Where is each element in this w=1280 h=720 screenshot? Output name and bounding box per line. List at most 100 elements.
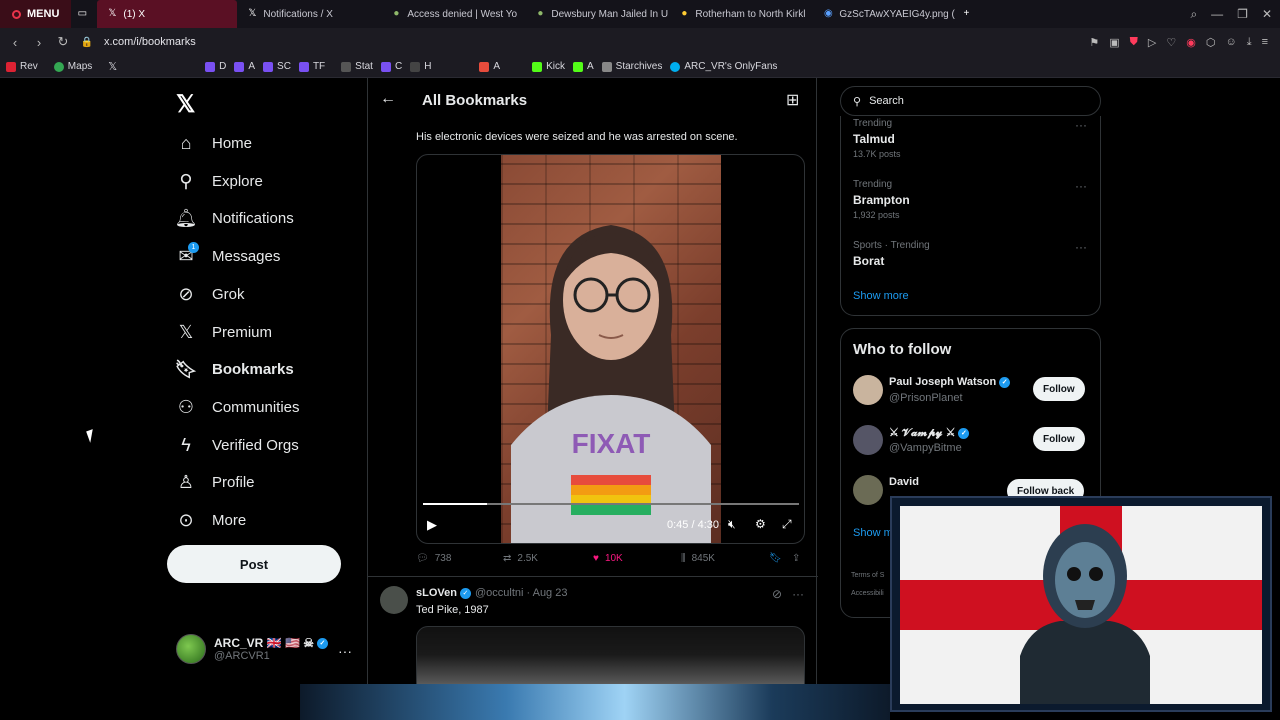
nav-item-explore[interactable]: ⚲ Explore: [176, 171, 262, 191]
like-button[interactable]: ♥ 10K: [593, 553, 623, 564]
bookmark-button[interactable]: 🔖︎: [769, 553, 782, 564]
tab-workspace-icon[interactable]: ▭: [71, 0, 97, 28]
bookmark-a2[interactable]: A: [479, 61, 500, 72]
bookmark-h[interactable]: H: [410, 61, 431, 72]
account-switcher[interactable]: ARC_VR 🇬🇧 🇺🇸 ☠ ✓ @ARCVR1: [176, 634, 328, 664]
tab-x[interactable]: 𝕏 (1) X: [97, 0, 238, 28]
tab-dewsbury[interactable]: ● Dewsbury Man Jailed In U: [525, 0, 669, 28]
player-icon[interactable]: ▷: [1148, 36, 1156, 49]
close-icon[interactable]: ✕: [1262, 7, 1272, 21]
nav-item-home[interactable]: ⌂ Home: [176, 133, 252, 153]
search-tabs-icon[interactable]: ⌕: [1190, 7, 1197, 22]
nav-item-profile[interactable]: ♙ Profile: [176, 472, 255, 492]
nav-item-more[interactable]: ⊙ More: [176, 510, 246, 530]
bookmark-onlyfans[interactable]: ARC_VR's OnlyFans: [670, 61, 777, 72]
adblock-shield-icon[interactable]: ⛊: [1130, 36, 1138, 49]
tab-rotherham[interactable]: ● Rotherham to North Kirkl: [669, 0, 813, 28]
follow-button[interactable]: Follow: [1033, 377, 1085, 401]
bookmark-maps[interactable]: Maps: [53, 61, 92, 72]
trends-show-more-link[interactable]: Show more: [853, 290, 909, 302]
nav-item-communities[interactable]: ⚇ Communities: [176, 397, 300, 417]
bookmark-a3[interactable]: A: [573, 61, 594, 72]
views-button[interactable]: ⫼ 845K: [681, 553, 715, 564]
bookmark-sc[interactable]: SC: [263, 61, 291, 72]
repost-button[interactable]: ⇄ 2.5K: [503, 553, 538, 564]
tab-image[interactable]: ◉ GzScTAwXYAEIG4y.png (: [813, 0, 957, 28]
more-icon[interactable]: ···: [792, 587, 804, 601]
map-pin-icon: ●: [681, 8, 688, 19]
more-icon[interactable]: ···: [1075, 118, 1087, 132]
tweet-author[interactable]: sLOVen ✓ @occultni · Aug 23: [416, 587, 567, 599]
extensions-icon[interactable]: ⬡: [1206, 36, 1216, 49]
tab-title: Dewsbury Man Jailed In U: [551, 8, 669, 20]
tab-notifications[interactable]: 𝕏 Notifications / X: [237, 0, 381, 28]
fullscreen-icon[interactable]: ⤢: [782, 517, 792, 532]
more-icon[interactable]: ···: [1075, 179, 1087, 193]
forward-icon[interactable]: ›: [32, 35, 46, 50]
nav-item-grok[interactable]: ⊘ Grok: [176, 284, 244, 304]
x-logo-icon[interactable]: 𝕏: [176, 90, 195, 119]
grok-icon[interactable]: ⊘: [772, 587, 782, 601]
tab-title: Notifications / X: [263, 8, 333, 20]
browser-menu-button[interactable]: MENU: [0, 0, 72, 28]
video-frame: FIXAT: [501, 155, 721, 543]
kick-icon: [573, 61, 583, 72]
play-icon[interactable]: ▶: [427, 517, 437, 533]
easy-setup-icon[interactable]: ≡: [1262, 36, 1268, 48]
trend-item[interactable]: Trending Brampton 1,932 posts ···: [853, 179, 1093, 220]
tab-access-denied[interactable]: ● Access denied | West Yo: [381, 0, 525, 28]
bookmark-tf[interactable]: TF: [298, 61, 325, 72]
who-to-follow-show-more-link[interactable]: Show m: [853, 527, 893, 539]
reload-icon[interactable]: ↻: [56, 34, 70, 50]
follow-suggestion[interactable]: Paul Joseph Watson ✓ @PrisonPlanet Follow: [853, 375, 1093, 409]
mute-icon[interactable]: 🔇︎: [728, 517, 736, 532]
bookmark-starchives[interactable]: Starchives: [601, 61, 662, 72]
back-icon[interactable]: ‹: [8, 35, 22, 50]
bookmark-a[interactable]: A: [234, 61, 255, 72]
bookmark-kick[interactable]: Kick: [532, 61, 565, 72]
settings-gear-icon[interactable]: ⚙: [755, 517, 766, 531]
heart-icon[interactable]: ♡: [1166, 36, 1176, 49]
follow-button[interactable]: Follow: [1033, 427, 1085, 451]
more-circle-icon: ⊙: [178, 509, 194, 530]
post-button[interactable]: Post: [167, 545, 341, 583]
restore-icon[interactable]: ❐: [1237, 7, 1248, 21]
video-progress-bar[interactable]: [423, 503, 799, 505]
more-icon[interactable]: ···: [1075, 240, 1087, 254]
nav-item-notifications[interactable]: 🔔︎ Notifications: [175, 208, 294, 228]
footer-accessibility-link[interactable]: Accessibili: [851, 590, 884, 597]
minimize-icon[interactable]: —: [1211, 7, 1223, 21]
bookmark-folder-add-icon[interactable]: ⊞: [786, 90, 799, 110]
pin-icon[interactable]: ⚑: [1089, 36, 1099, 49]
nav-item-messages[interactable]: ✉ 1 Messages: [176, 242, 280, 266]
site-info-icon[interactable]: 🔒: [80, 37, 94, 48]
search-input[interactable]: ⚲ Search: [840, 86, 1101, 116]
bookmark-c[interactable]: C: [380, 61, 402, 72]
new-tab-button[interactable]: +: [957, 0, 977, 28]
nav-item-bookmarks[interactable]: 🔖︎ Bookmarks: [175, 359, 294, 379]
follow-suggestion[interactable]: ⚔ 𝓥𝓪𝓶𝓹𝔂 ⚔ ✓ @VampyBitme Follow: [853, 425, 1093, 459]
nav-item-premium[interactable]: 𝕏 Premium: [176, 322, 272, 342]
trend-item[interactable]: Trending Talmud 13.7K posts ···: [853, 118, 1093, 159]
video-progress-fill: [423, 503, 487, 505]
x-icon[interactable]: 𝕏: [108, 60, 117, 73]
bookmarks-column: ← All Bookmarks ⊞ His electronic devices…: [367, 78, 818, 720]
account-more-icon[interactable]: ···: [338, 643, 352, 659]
profile-icon[interactable]: ☺: [1225, 36, 1236, 48]
share-button[interactable]: ⇪: [792, 553, 800, 564]
back-arrow-icon[interactable]: ←: [380, 90, 396, 108]
tab-title: Rotherham to North Kirkl: [695, 8, 806, 20]
url-field[interactable]: x.com/i/bookmarks: [104, 36, 196, 48]
reply-button[interactable]: 💬︎ 738: [416, 553, 451, 564]
video-player[interactable]: FIXAT ▶ 0:45 / 4:30 🔇︎ ⚙ ⤢: [416, 154, 805, 544]
bookmark-rev[interactable]: Rev: [6, 61, 38, 72]
trend-item[interactable]: Sports · Trending Borat ···: [853, 240, 1093, 268]
nav-item-verified-orgs[interactable]: ϟ Verified Orgs: [176, 435, 298, 455]
download-icon[interactable]: ⤓: [1247, 36, 1252, 49]
record-icon[interactable]: ◉: [1186, 36, 1196, 49]
bookmark-stat[interactable]: Stat: [341, 61, 373, 72]
footer-terms-link[interactable]: Terms of S: [851, 572, 884, 579]
snapshot-icon[interactable]: ▣: [1109, 36, 1119, 49]
avatar[interactable]: [380, 586, 408, 614]
bookmark-d[interactable]: D: [205, 61, 226, 72]
